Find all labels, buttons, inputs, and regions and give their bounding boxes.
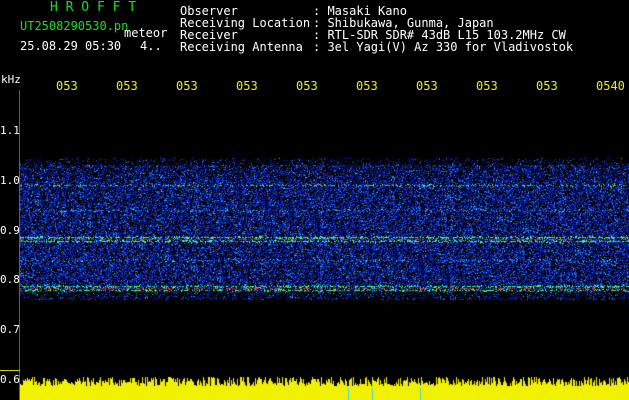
app-name: H R O F F T [50,0,137,15]
amplitude-strip [20,370,629,400]
y-tick-label: 1.1 [0,124,20,137]
file-count: 4.. [140,39,162,53]
antenna-label: Receiving Antenna [180,40,303,54]
x-tick-label: 053 [356,79,378,93]
x-tick-label: 053 [116,79,138,93]
mode-label: meteor [124,26,168,40]
x-tick-label: 053 [176,79,198,93]
datetime: 25.08.29 05:30 [20,39,122,53]
antenna-value: : 3el Yagi(V) Az 330 for Vladivostok [313,40,574,54]
spectrogram [20,100,629,370]
x-tick-label: 053 [536,79,558,93]
x-tick-label: 053 [236,79,258,93]
x-tick-label: 053 [416,79,438,93]
unit-label: kHz [1,73,21,86]
filename: UT2508290530.pn [20,19,129,33]
y-tick-label: 1.0 [0,174,20,187]
y-tick-label: 0.6 [0,373,20,386]
y-tick-label: 0.7 [0,323,20,336]
x-tick-label: 0540 [596,79,625,93]
x-tick-label: 053 [56,79,78,93]
x-tick-label: 053 [296,79,318,93]
y-tick-label: 0.9 [0,224,20,237]
x-tick-label: 053 [476,79,498,93]
y-tick-label: 0.8 [0,273,20,286]
